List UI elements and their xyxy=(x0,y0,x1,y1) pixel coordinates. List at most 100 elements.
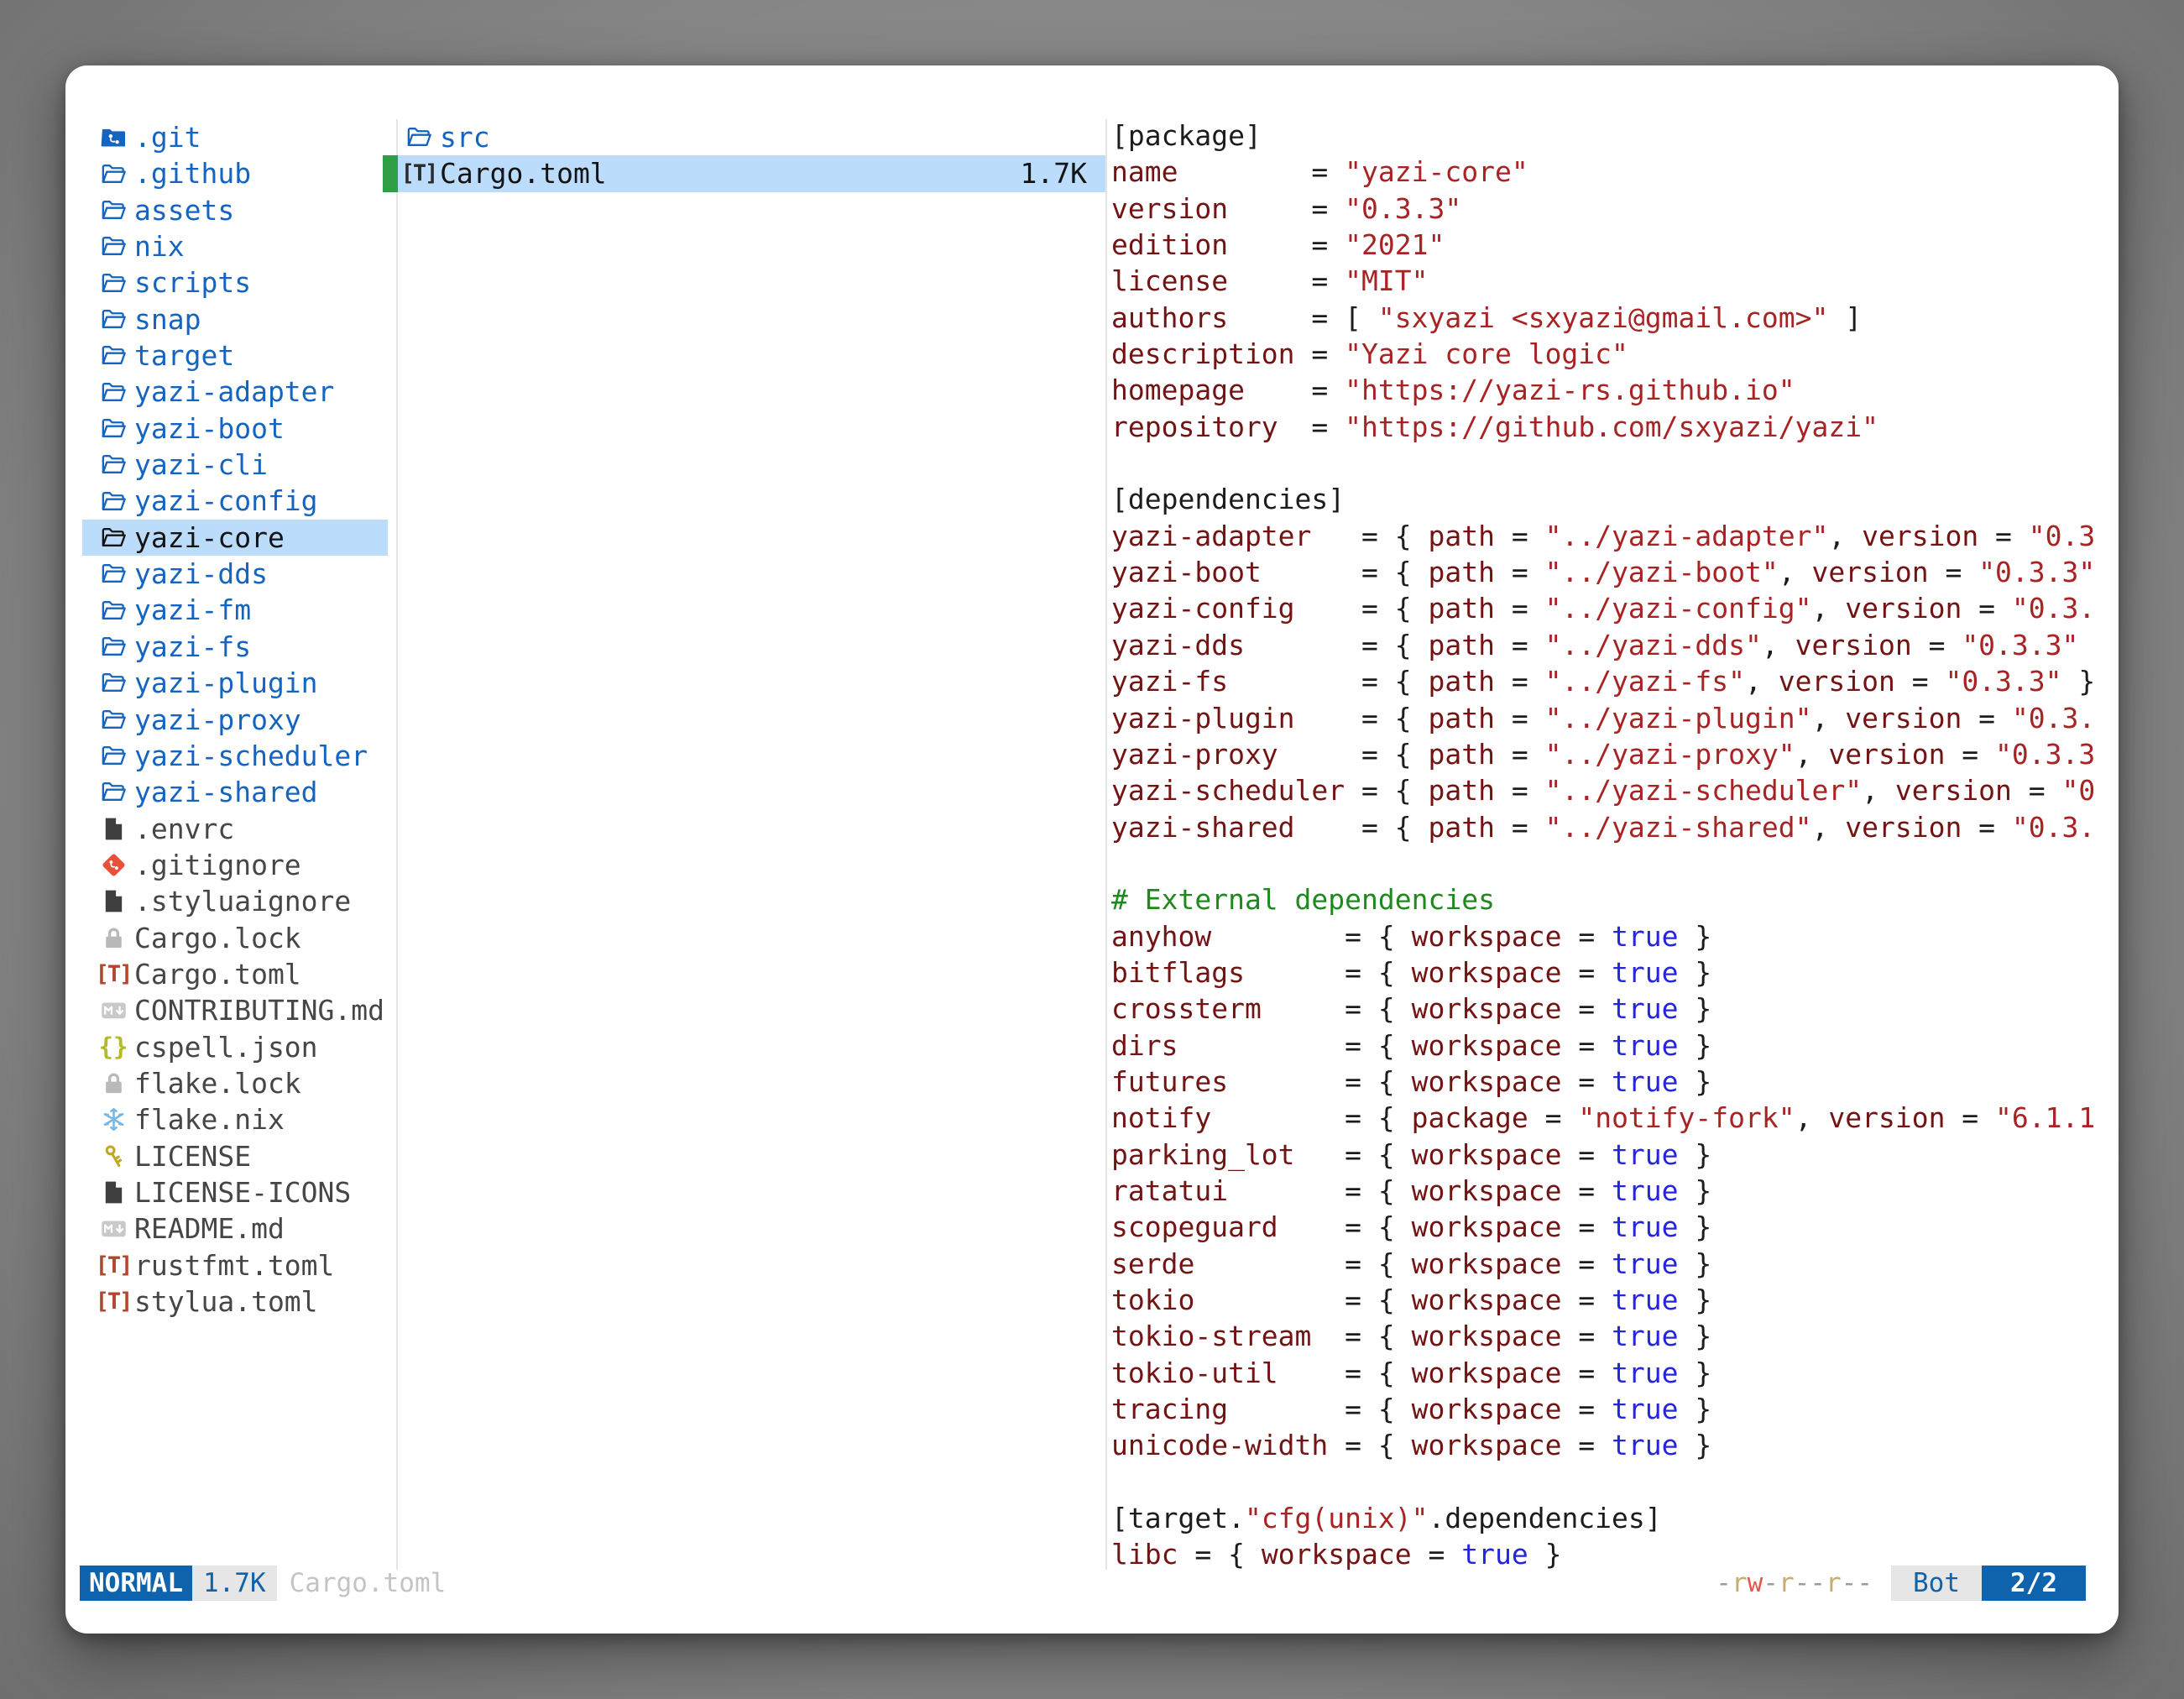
preview-code-line: dirs = { workspace = true } xyxy=(1111,1029,2115,1065)
file-item-cargo-toml[interactable]: [T]Cargo.toml1.7K xyxy=(383,155,1105,191)
file-item-yazi-cli[interactable]: yazi-cli xyxy=(82,447,388,483)
preview-code-line: edition = "2021" xyxy=(1111,228,2115,264)
folder-icon xyxy=(99,523,128,552)
file-item-label: yazi-fm xyxy=(134,592,251,628)
file-item-label: nix xyxy=(134,228,185,264)
file-item-yazi-scheduler[interactable]: yazi-scheduler xyxy=(82,738,388,774)
file-item-cargo-lock[interactable]: Cargo.lock xyxy=(82,920,388,956)
git-diamond-icon xyxy=(99,851,128,880)
lock-icon xyxy=(99,923,128,952)
preview-code-line: tracing = { workspace = true } xyxy=(1111,1393,2115,1429)
folder-icon xyxy=(99,414,128,442)
file-item-label: Cargo.toml xyxy=(440,155,607,191)
preview-code-line: yazi-dds = { path = "../yazi-dds", versi… xyxy=(1111,629,2115,665)
file-item-yazi-dds[interactable]: yazi-dds xyxy=(82,556,388,592)
file-item-label: .git xyxy=(134,119,201,155)
markdown-icon xyxy=(99,996,128,1025)
file-item-yazi-shared[interactable]: yazi-shared xyxy=(82,774,388,810)
file-item--git[interactable]: .git xyxy=(82,119,388,155)
file-item--envrc[interactable]: .envrc xyxy=(82,811,388,847)
preview-code-line: serde = { workspace = true } xyxy=(1111,1247,2115,1283)
folder-icon xyxy=(99,742,128,771)
toml-glyph: [T] xyxy=(96,956,132,992)
file-item-label: README.md xyxy=(134,1210,285,1247)
file-item-yazi-config[interactable]: yazi-config xyxy=(82,483,388,519)
toml-glyph: [T] xyxy=(401,155,437,191)
file-item-yazi-fs[interactable]: yazi-fs xyxy=(82,629,388,665)
file-size-badge: 1.7K xyxy=(192,1566,277,1601)
parent-pane-file-list[interactable]: .git.githubassetsnixscriptssnaptargetyaz… xyxy=(82,119,388,1320)
file-item-yazi-core[interactable]: yazi-core xyxy=(82,520,388,556)
file-item-license[interactable]: LICENSE xyxy=(82,1138,388,1174)
folder-icon xyxy=(99,378,128,406)
file-item-target[interactable]: target xyxy=(82,337,388,374)
preview-code-line xyxy=(1111,447,2115,483)
file-item-flake-lock[interactable]: flake.lock xyxy=(82,1065,388,1101)
folder-icon xyxy=(99,669,128,698)
file-item-yazi-boot[interactable]: yazi-boot xyxy=(82,410,388,447)
file-item-assets[interactable]: assets xyxy=(82,192,388,228)
key-icon xyxy=(99,1142,128,1170)
preview-code-line: license = "MIT" xyxy=(1111,264,2115,301)
toml-icon: [T] xyxy=(405,159,433,188)
file-item-yazi-adapter[interactable]: yazi-adapter xyxy=(82,374,388,410)
file-item-cspell-json[interactable]: {}cspell.json xyxy=(82,1029,388,1065)
preview-code-line: yazi-scheduler = { path = "../yazi-sched… xyxy=(1111,774,2115,810)
file-item-yazi-fm[interactable]: yazi-fm xyxy=(82,592,388,628)
file-item--styluaignore[interactable]: .styluaignore xyxy=(82,883,388,919)
file-item-stylua-toml[interactable]: [T]stylua.toml xyxy=(82,1283,388,1320)
file-item-flake-nix[interactable]: flake.nix xyxy=(82,1101,388,1137)
file-item-label: .envrc xyxy=(134,811,234,847)
file-item-label: .styluaignore xyxy=(134,883,351,919)
file-preview-pane[interactable]: [package]name = "yazi-core"version = "0.… xyxy=(1111,119,2115,1575)
file-item-snap[interactable]: snap xyxy=(82,301,388,337)
hover-marker xyxy=(383,119,398,155)
pane-separator-left xyxy=(396,119,398,1570)
file-item-label: Cargo.toml xyxy=(134,956,301,992)
preview-code-line: repository = "https://github.com/sxyazi/… xyxy=(1111,410,2115,447)
file-item-nix[interactable]: nix xyxy=(82,228,388,264)
preview-code-line: crossterm = { workspace = true } xyxy=(1111,992,2115,1028)
preview-code-line xyxy=(1111,847,2115,883)
file-item-readme-md[interactable]: README.md xyxy=(82,1210,388,1247)
folder-icon xyxy=(99,451,128,479)
preview-code-line: name = "yazi-core" xyxy=(1111,155,2115,191)
file-item-src[interactable]: src xyxy=(383,119,1105,155)
file-item--gitignore[interactable]: .gitignore xyxy=(82,847,388,883)
file-item-contributing-md[interactable]: CONTRIBUTING.md xyxy=(82,992,388,1028)
preview-code-line: futures = { workspace = true } xyxy=(1111,1065,2115,1101)
folder-icon xyxy=(99,342,128,370)
cursor-counter-badge: 2/2 xyxy=(1982,1566,2086,1601)
preview-code-line: # External dependencies xyxy=(1111,883,2115,919)
file-item-cargo-toml[interactable]: [T]Cargo.toml xyxy=(82,956,388,992)
file-item-label: LICENSE xyxy=(134,1138,251,1174)
preview-code-line: ratatui = { workspace = true } xyxy=(1111,1174,2115,1210)
file-item-label: .gitignore xyxy=(134,847,301,883)
preview-code-line: tokio = { workspace = true } xyxy=(1111,1283,2115,1320)
preview-code-line: unicode-width = { workspace = true } xyxy=(1111,1429,2115,1465)
file-item-label: yazi-adapter xyxy=(134,374,334,410)
file-item-label: yazi-shared xyxy=(134,774,318,810)
folder-icon xyxy=(99,159,128,188)
file-item-label: assets xyxy=(134,192,234,228)
file-item--github[interactable]: .github xyxy=(82,155,388,191)
file-item-rustfmt-toml[interactable]: [T]rustfmt.toml xyxy=(82,1247,388,1283)
file-item-license-icons[interactable]: LICENSE-ICONS xyxy=(82,1174,388,1210)
preview-code-line: authors = [ "sxyazi <sxyazi@gmail.com>" … xyxy=(1111,301,2115,337)
file-item-yazi-plugin[interactable]: yazi-plugin xyxy=(82,665,388,701)
preview-code-line: yazi-boot = { path = "../yazi-boot", ver… xyxy=(1111,556,2115,592)
status-left: NORMAL 1.7K Cargo.toml xyxy=(80,1566,446,1601)
preview-code-line: anyhow = { workspace = true } xyxy=(1111,920,2115,956)
file-item-label: flake.nix xyxy=(134,1101,285,1137)
file-item-label: yazi-dds xyxy=(134,556,268,592)
file-item-scripts[interactable]: scripts xyxy=(82,264,388,301)
mode-badge: NORMAL xyxy=(80,1566,192,1601)
file-item-yazi-proxy[interactable]: yazi-proxy xyxy=(82,702,388,738)
markdown-icon xyxy=(99,1215,128,1243)
file-item-label: stylua.toml xyxy=(134,1283,318,1320)
current-pane-file-list[interactable]: src[T]Cargo.toml1.7K xyxy=(383,119,1105,192)
file-item-body: src xyxy=(398,119,1105,155)
preview-code-line: parking_lot = { workspace = true } xyxy=(1111,1138,2115,1174)
folder-icon xyxy=(99,305,128,333)
file-item-label: cspell.json xyxy=(134,1029,318,1065)
